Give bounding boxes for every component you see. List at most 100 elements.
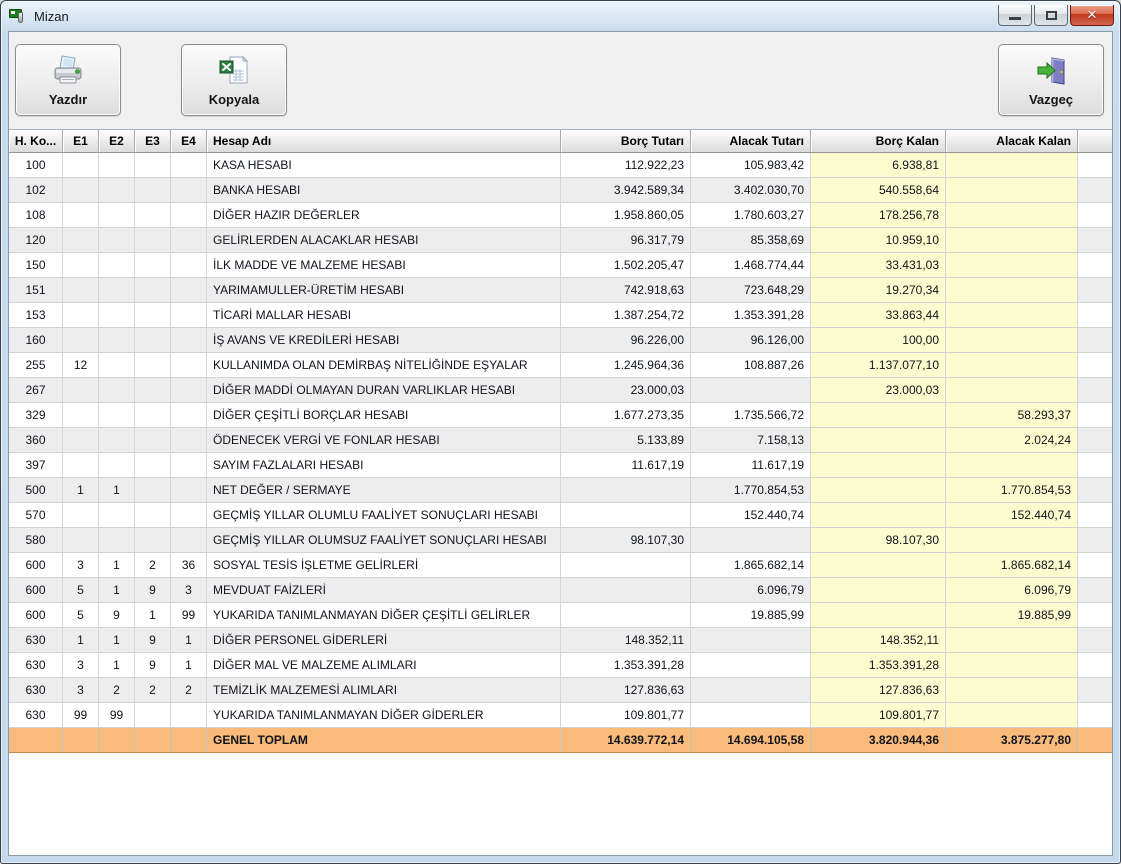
table-row[interactable]: 397SAYIM FAZLALARI HESABI11.617,1911.617… [9,453,1112,478]
cell-alacak-tutari: 14.694.105,58 [691,728,811,752]
column-header-borc-kalan[interactable]: Borç Kalan [811,130,946,152]
print-button-label: Yazdır [49,92,87,107]
table-row[interactable]: 100KASA HESABI112.922,23105.983,426.938,… [9,153,1112,178]
cell-e1 [63,153,99,177]
cell-alacak-kalan [946,253,1078,277]
maximize-button[interactable] [1034,5,1068,26]
column-header-alacak-kalan[interactable]: Alacak Kalan [946,130,1078,152]
cell-hesap-adi: GEÇMİŞ YILLAR OLUMLU FAALİYET SONUÇLARI … [207,503,561,527]
column-header-borc-tutari[interactable]: Borç Tutarı [561,130,691,152]
cell-filler [1078,653,1112,677]
cell-hesap-adi: DİĞER ÇEŞİTLİ BORÇLAR HESABI [207,403,561,427]
cell-code: 255 [9,353,63,377]
table-row[interactable]: 108DİĞER HAZIR DEĞERLER1.958.860,051.780… [9,203,1112,228]
table-row[interactable]: 267DİĞER MADDİ OLMAYAN DURAN VARLIKLAR H… [9,378,1112,403]
cell-alacak-kalan [946,228,1078,252]
cell-hesap-adi: YUKARIDA TANIMLANMAYAN DİĞER GİDERLER [207,703,561,727]
cell-e4 [171,478,207,502]
cell-alacak-kalan [946,353,1078,377]
table-row[interactable]: 151YARIMAMULLER-ÜRETİM HESABI742.918,637… [9,278,1112,303]
cell-e4 [171,378,207,402]
cell-borc-tutari: 1.677.273,35 [561,403,691,427]
close-button[interactable]: ✕ [1070,5,1114,26]
cell-e1: 5 [63,578,99,602]
cell-e1 [63,228,99,252]
cell-alacak-kalan [946,328,1078,352]
cell-e1 [63,178,99,202]
copy-button[interactable]: Kopyala [181,44,287,116]
column-header-code[interactable]: H. Ko... [9,130,63,152]
cell-alacak-tutari [691,678,811,702]
table-row[interactable]: 329DİĞER ÇEŞİTLİ BORÇLAR HESABI1.677.273… [9,403,1112,428]
cell-alacak-kalan [946,653,1078,677]
cell-e1: 3 [63,653,99,677]
cell-alacak-kalan [946,528,1078,552]
minimize-button[interactable] [998,5,1032,26]
close-icon: ✕ [1071,5,1113,25]
column-header-hesap-adi[interactable]: Hesap Adı [207,130,561,152]
cell-e2 [99,728,135,752]
cell-code: 600 [9,553,63,577]
cancel-button[interactable]: Vazgeç [998,44,1104,116]
table-row[interactable]: 25512KULLANIMDA OLAN DEMİRBAŞ NİTELİĞİND… [9,353,1112,378]
cell-e1: 99 [63,703,99,727]
column-header-e4[interactable]: E4 [171,130,207,152]
cell-alacak-tutari [691,528,811,552]
cell-e4 [171,178,207,202]
table-row[interactable]: 50011NET DEĞER / SERMAYE1.770.854,531.77… [9,478,1112,503]
column-header-alacak-tutari[interactable]: Alacak Tutarı [691,130,811,152]
table-row[interactable]: 6301191DİĞER PERSONEL GİDERLERİ148.352,1… [9,628,1112,653]
cell-e2 [99,303,135,327]
cell-hesap-adi: İLK MADDE VE MALZEME HESABI [207,253,561,277]
cell-e2: 1 [99,653,135,677]
cell-borc-kalan: 33.431,03 [811,253,946,277]
table-row[interactable]: 150İLK MADDE VE MALZEME HESABI1.502.205,… [9,253,1112,278]
table-row[interactable]: 6005193MEVDUAT FAİZLERİ6.096,796.096,79 [9,578,1112,603]
maximize-icon [1046,11,1057,20]
cell-borc-kalan: 6.938,81 [811,153,946,177]
cell-e2: 1 [99,578,135,602]
cell-filler [1078,153,1112,177]
table-row[interactable]: 360ÖDENECEK VERGİ VE FONLAR HESABI5.133,… [9,428,1112,453]
cell-e2: 1 [99,628,135,652]
column-header-e2[interactable]: E2 [99,130,135,152]
column-header-filler[interactable] [1078,130,1112,152]
cell-e1 [63,278,99,302]
table-row[interactable]: 6303191DİĞER MAL VE MALZEME ALIMLARI1.35… [9,653,1112,678]
title-bar[interactable]: Mizan ✕ [1,1,1120,31]
cell-filler [1078,328,1112,352]
table-row[interactable]: 580GEÇMİŞ YILLAR OLUMSUZ FAALİYET SONUÇL… [9,528,1112,553]
cell-borc-kalan [811,603,946,627]
table-row[interactable]: 120GELİRLERDEN ALACAKLAR HESABI96.317,79… [9,228,1112,253]
cell-e1 [63,528,99,552]
cell-e3 [135,253,171,277]
cell-hesap-adi: DİĞER HAZIR DEĞERLER [207,203,561,227]
cell-borc-tutari [561,478,691,502]
table-row[interactable]: 570GEÇMİŞ YILLAR OLUMLU FAALİYET SONUÇLA… [9,503,1112,528]
cell-borc-kalan: 98.107,30 [811,528,946,552]
trial-balance-grid: H. Ko...E1E2E3E4Hesap AdıBorç TutarıAlac… [9,129,1112,855]
cell-e4: 3 [171,578,207,602]
cell-alacak-tutari: 3.402.030,70 [691,178,811,202]
table-row[interactable]: 160İŞ AVANS VE KREDİLERİ HESABI96.226,00… [9,328,1112,353]
cell-hesap-adi: TİCARİ MALLAR HESABI [207,303,561,327]
table-row[interactable]: 153TİCARİ MALLAR HESABI1.387.254,721.353… [9,303,1112,328]
table-row[interactable]: 102BANKA HESABI3.942.589,343.402.030,705… [9,178,1112,203]
cell-code: 397 [9,453,63,477]
table-row[interactable]: 60059199YUKARIDA TANIMLANMAYAN DİĞER ÇEŞ… [9,603,1112,628]
exit-door-icon [1034,55,1068,87]
total-row[interactable]: GENEL TOPLAM14.639.772,1414.694.105,583.… [9,728,1112,753]
cell-borc-tutari [561,553,691,577]
cell-alacak-tutari: 85.358,69 [691,228,811,252]
column-header-e3[interactable]: E3 [135,130,171,152]
print-button[interactable]: Yazdır [15,44,121,116]
table-row[interactable]: 6309999YUKARIDA TANIMLANMAYAN DİĞER GİDE… [9,703,1112,728]
table-row[interactable]: 6303222TEMİZLİK MALZEMESİ ALIMLARI127.83… [9,678,1112,703]
cell-e4: 2 [171,678,207,702]
cell-alacak-kalan: 1.865.682,14 [946,553,1078,577]
column-header-e1[interactable]: E1 [63,130,99,152]
cell-e3 [135,328,171,352]
cell-code: 630 [9,678,63,702]
table-row[interactable]: 60031236SOSYAL TESİS İŞLETME GELİRLERİ1.… [9,553,1112,578]
cell-e3 [135,503,171,527]
